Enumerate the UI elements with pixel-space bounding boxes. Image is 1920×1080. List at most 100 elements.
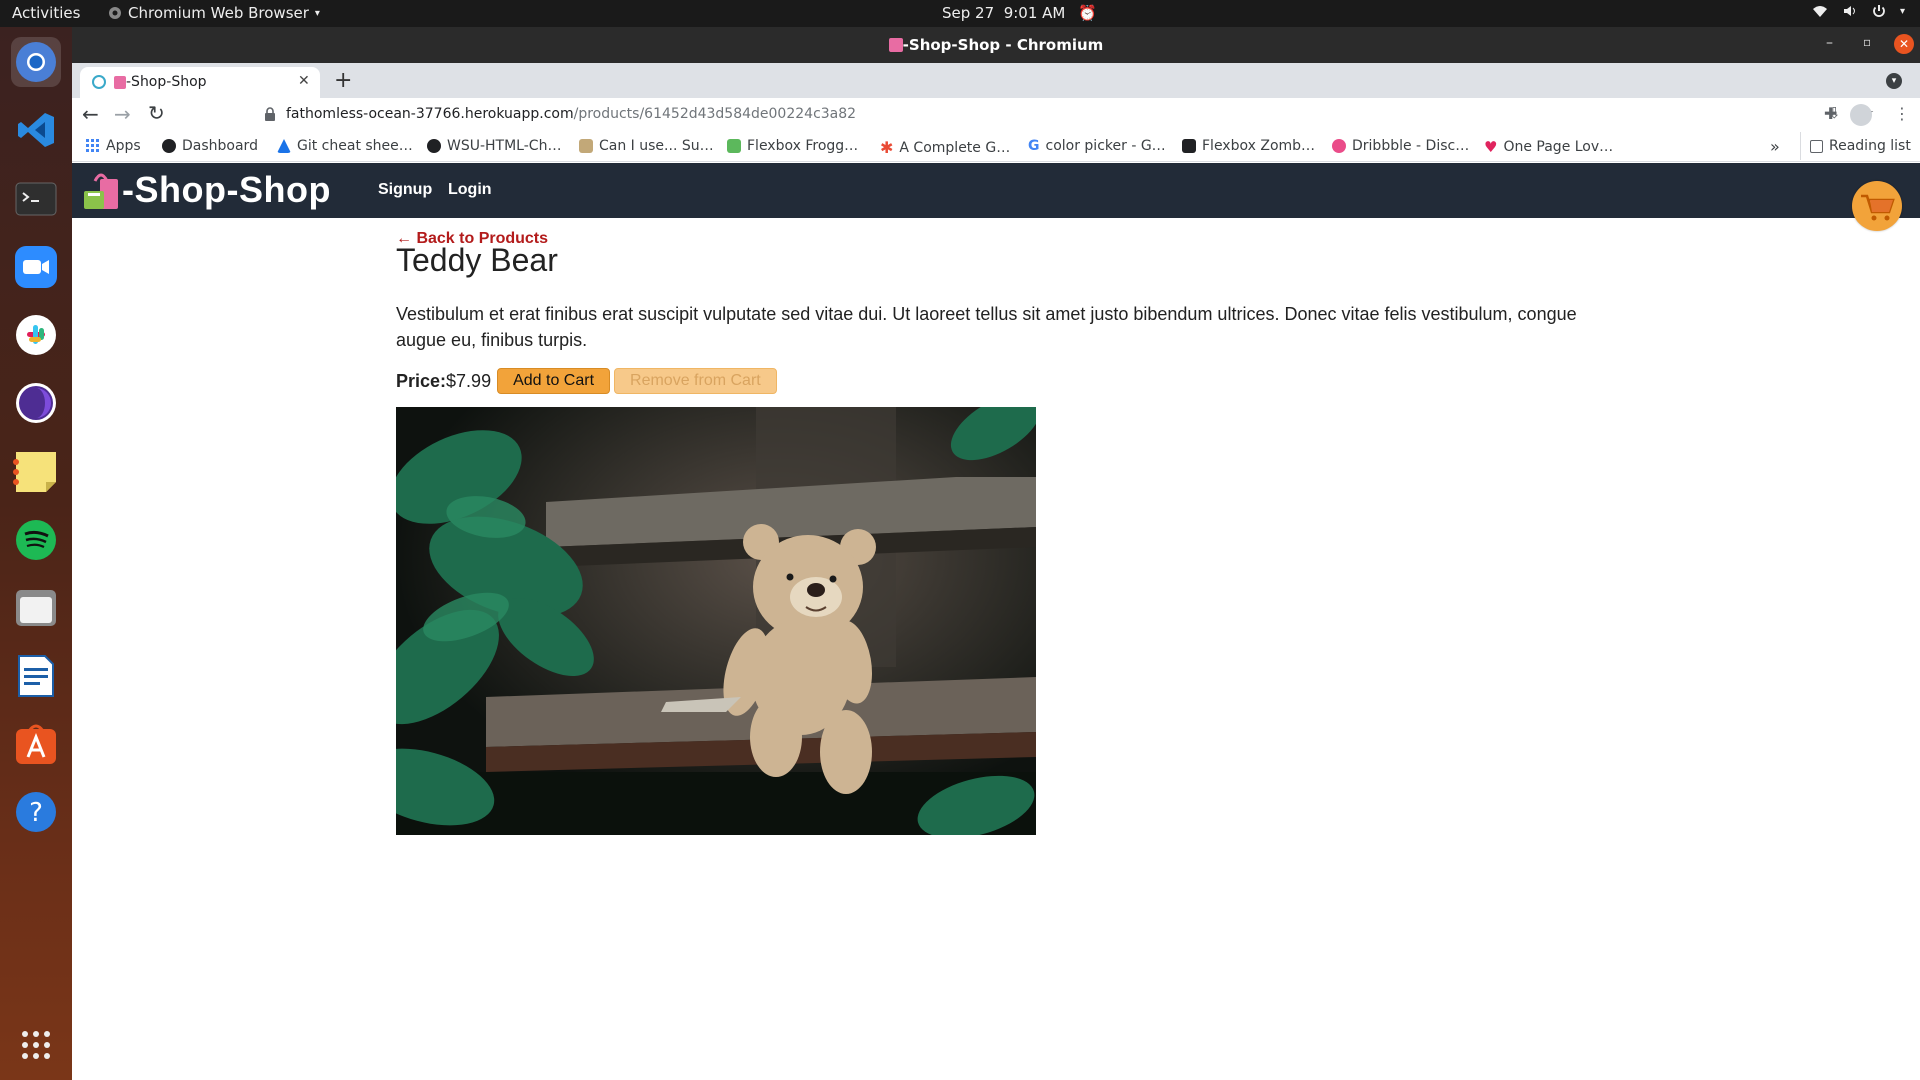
extensions-icon[interactable]: ✚ (1824, 104, 1837, 123)
site-header: -Shop-Shop Signup Login (72, 163, 1920, 231)
bookmark-flexbox-froggy[interactable]: Flexbox Frogg… (727, 138, 858, 154)
bookmark-complete-guide[interactable]: ✱ A Complete G… (880, 138, 1010, 157)
bookmark-one-page-love[interactable]: ♥ One Page Lov… (1484, 138, 1613, 156)
window-title: -Shop-Shop - Chromium (902, 36, 1104, 54)
minimize-button[interactable]: – (1826, 35, 1833, 51)
clock-time: 9:01 AM (1003, 4, 1066, 22)
clock-date: Sep 27 (942, 4, 995, 22)
more-bookmarks-button[interactable]: » (1770, 137, 1780, 156)
system-status-area[interactable]: ▾ (1812, 4, 1905, 18)
bookmark-label: One Page Lov… (1503, 139, 1614, 155)
nav-signup-link[interactable]: Signup (378, 181, 432, 199)
omnibox[interactable]: fathomless-ocean-37766.herokuapp.com/pro… (176, 98, 1874, 132)
app-store-icon (16, 724, 56, 764)
spotify-icon (16, 520, 56, 560)
url-host: fathomless-ocean-37766.herokuapp.com (286, 106, 574, 122)
page-viewport: -Shop-Shop Signup Login ← Back to Produc… (72, 163, 1920, 1080)
dock-sticky-notes[interactable] (11, 447, 61, 497)
reload-icon[interactable]: ↻ (148, 101, 165, 125)
reading-list-button[interactable]: Reading list (1810, 138, 1911, 154)
bookmark-flexbox-zombies[interactable]: Flexbox Zomb… (1182, 138, 1315, 154)
tab-close-icon[interactable]: ✕ (298, 73, 310, 89)
dock-zoom[interactable] (11, 242, 61, 292)
tab-shop-shop[interactable]: -Shop-Shop ✕ (80, 67, 320, 98)
window-titlebar[interactable]: -Shop-Shop - Chromium – ▫ ✕ (72, 27, 1920, 63)
forward-icon[interactable]: → (114, 102, 131, 126)
bookmarks-bar: Apps Dashboard Git cheat shee… WSU-HTML-… (72, 132, 1920, 162)
bookmark-apps[interactable]: Apps (86, 138, 141, 154)
bookmark-label: Apps (106, 138, 141, 154)
bookmark-dribbble[interactable]: Dribbble - Disc… (1332, 138, 1469, 154)
bookmark-git-cheat-sheet[interactable]: Git cheat shee… (277, 138, 413, 154)
vscode-icon (18, 113, 54, 147)
reading-list-icon (1810, 139, 1823, 153)
bookmark-wsu-html[interactable]: WSU-HTML-Ch… (427, 138, 561, 154)
price-row: Price: $7.99 Add to Cart Remove from Car… (396, 367, 777, 395)
clock[interactable]: Sep 27 9:01 AM ⏰ (942, 4, 1097, 22)
new-tab-button[interactable]: + (334, 68, 352, 93)
bookmark-label: Can I use... Su… (599, 138, 714, 154)
dock-chromium[interactable] (11, 37, 61, 87)
bookmark-label: WSU-HTML-Ch… (447, 138, 562, 154)
product-description: Vestibulum et erat finibus erat suscipit… (396, 304, 1577, 350)
url-path: /products/61452d43d584de00224c3a82 (573, 106, 857, 122)
back-icon[interactable]: ← (82, 102, 99, 126)
running-indicator (13, 469, 19, 475)
bookmark-label: Flexbox Zomb… (1202, 138, 1316, 154)
css-tricks-favicon-icon: ✱ (880, 138, 894, 157)
dock-spotify[interactable] (11, 515, 61, 565)
add-to-cart-button[interactable]: Add to Cart (497, 368, 611, 394)
alarm-icon: ⏰ (1078, 4, 1097, 22)
dock-vscode[interactable] (11, 105, 61, 155)
bookmark-label: Dashboard (182, 138, 258, 154)
reading-list-label: Reading list (1829, 138, 1911, 154)
tab-search-button[interactable]: ▾ (1886, 73, 1902, 89)
chevron-down-icon: ▾ (1900, 5, 1906, 17)
frog-favicon-icon (727, 139, 741, 153)
dashboard-favicon-icon (162, 139, 176, 153)
atlassian-favicon-icon (277, 139, 291, 153)
shop-bag-icon (114, 76, 126, 89)
caniuse-favicon-icon (579, 139, 593, 153)
tab-title: -Shop-Shop (126, 74, 207, 90)
cart-button[interactable] (1852, 181, 1902, 231)
browser-window: -Shop-Shop - Chromium – ▫ ✕ -Shop-Shop ✕… (72, 27, 1920, 1080)
bookmarks-divider (1800, 132, 1801, 160)
maximize-button[interactable]: ▫ (1863, 35, 1871, 49)
react-favicon-icon (92, 75, 106, 89)
bookmark-label: A Complete G… (899, 139, 1011, 156)
bookmark-label: Flexbox Frogg… (747, 138, 859, 154)
remove-from-cart-button[interactable]: Remove from Cart (614, 368, 777, 394)
profile-avatar-icon[interactable] (1850, 104, 1872, 126)
menu-kebab-icon[interactable]: ⋮ (1894, 104, 1910, 123)
dock-help[interactable]: ? (11, 787, 61, 837)
dock-terminal[interactable] (11, 174, 61, 224)
chromium-icon (16, 42, 56, 82)
site-logo[interactable]: -Shop-Shop (80, 169, 331, 211)
app-menu-label: Chromium Web Browser (128, 4, 309, 22)
dock-tor-browser[interactable] (11, 378, 61, 428)
nav-login-link[interactable]: Login (448, 181, 492, 199)
bookmark-dashboard[interactable]: Dashboard (162, 138, 258, 154)
dock-slack[interactable] (11, 310, 61, 360)
bookmark-can-i-use[interactable]: Can I use... Su… (579, 138, 714, 154)
chromium-small-icon (109, 7, 121, 19)
close-window-button[interactable]: ✕ (1894, 34, 1914, 54)
activities-button[interactable]: Activities (12, 4, 80, 22)
price-value: $7.99 (446, 370, 492, 391)
bookmark-color-picker[interactable]: Gcolor picker - G… (1028, 138, 1166, 154)
volume-icon (1844, 6, 1855, 16)
power-icon (1873, 5, 1885, 17)
github-favicon-icon (427, 139, 441, 153)
product-image (396, 407, 1036, 835)
dock-files[interactable] (11, 583, 61, 633)
dock: ? (0, 27, 72, 1080)
files-icon (16, 590, 56, 626)
show-applications[interactable] (11, 1020, 61, 1070)
dock-software[interactable] (11, 719, 61, 769)
bookmark-label: color picker - G… (1045, 138, 1166, 154)
bookmark-label: Dribbble - Disc… (1352, 138, 1470, 154)
app-menu[interactable]: Chromium Web Browser ▾ (108, 4, 320, 22)
zoom-icon (15, 246, 57, 288)
dock-writer[interactable] (11, 651, 61, 701)
